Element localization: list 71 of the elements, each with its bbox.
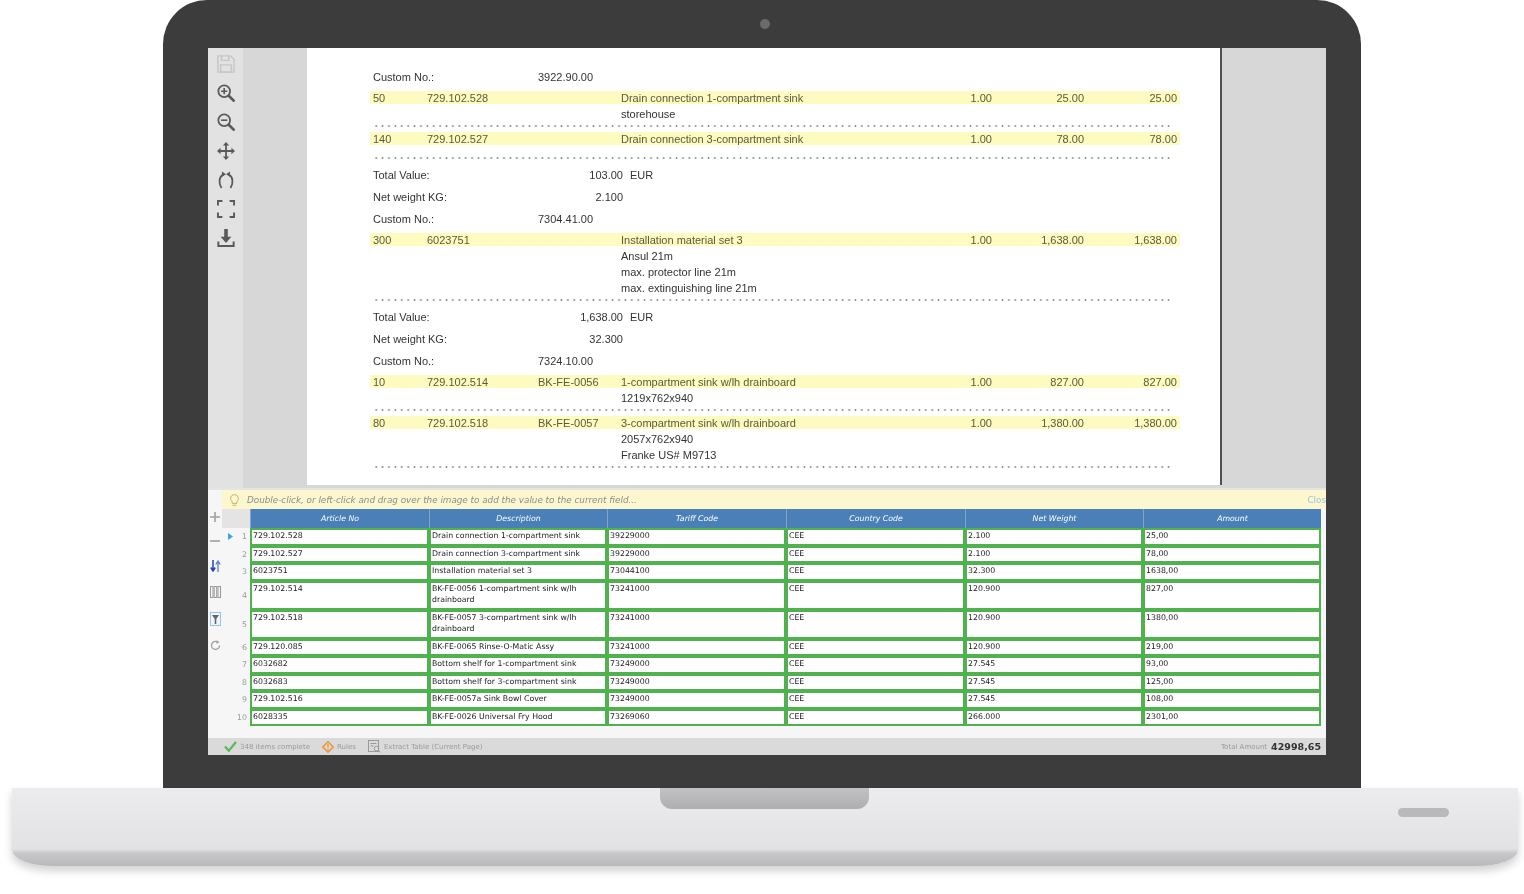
total-value: 1,638.00 — [579, 311, 623, 323]
quantity: 1.00 — [969, 233, 992, 246]
webcam-icon — [760, 19, 770, 29]
quantity: 1.00 — [969, 416, 992, 429]
sort-arrows-icon[interactable] — [209, 560, 221, 572]
item-description: 3-compartment sink w/lh drainboard — [621, 416, 797, 429]
position-number: 80 — [373, 416, 387, 429]
article-number: 729.102.527 — [427, 132, 490, 145]
indicator-light-icon — [1398, 808, 1449, 817]
item-note: 1219x762x940 — [621, 392, 694, 404]
line-total: 827.00 — [1142, 375, 1177, 388]
field-label: Custom No.: — [373, 355, 436, 367]
position-number: 140 — [373, 132, 393, 145]
currency-label: EUR — [630, 169, 654, 181]
field-label: Custom No.: — [373, 213, 436, 225]
currency-label: EUR — [630, 311, 654, 323]
unit-price: 1,638.00 — [1040, 233, 1084, 246]
item-note: Franke US# M9713 — [621, 449, 717, 461]
item-note: max. extinguishing line 21m — [621, 282, 757, 294]
quantity: 1.00 — [969, 91, 992, 104]
reference-code: BK-FE-0056 — [538, 375, 600, 388]
item-description: Drain connection 1-compartment sink — [621, 91, 805, 104]
line-total: 78.00 — [1148, 132, 1177, 145]
item-note: storehouse — [621, 108, 676, 120]
article-number: 729.102.514 — [427, 375, 490, 388]
total-label: Net weight KG: — [373, 333, 448, 345]
field-value: 7324.10.00 — [538, 355, 594, 367]
item-description: Drain connection 3-compartment sink — [621, 132, 805, 145]
field-label: Custom No.: — [373, 71, 436, 83]
header-corner — [222, 509, 250, 528]
position-number: 50 — [373, 91, 387, 104]
item-note: 2057x762x940 — [621, 433, 694, 445]
reference-code: BK-FE-0057 — [538, 416, 600, 429]
quantity: 1.00 — [969, 375, 992, 388]
item-note: max. protector line 21m — [621, 266, 736, 278]
total-value: 32.300 — [588, 333, 623, 345]
fit-corners-icon[interactable] — [216, 200, 235, 218]
position-number: 10 — [373, 375, 387, 388]
hint-text: Double-click, or left-click and drag over the image to add the value to the current field... — [247, 494, 637, 505]
line-total: 1,380.00 — [1133, 416, 1177, 429]
quantity: 1.00 — [969, 132, 992, 145]
total-amount-value: 42998,65 — [1271, 741, 1321, 752]
article-number: 729.102.518 — [427, 416, 490, 429]
unit-price: 827.00 — [1049, 375, 1084, 388]
zoom-out-icon[interactable] — [216, 113, 235, 131]
line-total: 25.00 — [1148, 91, 1177, 104]
total-label: Total Value: — [373, 311, 431, 323]
unit-price: 25.00 — [1055, 91, 1084, 104]
unit-price: 1,380.00 — [1040, 416, 1084, 429]
item-note: Ansul 21m — [621, 250, 673, 262]
line-total: 1,638.00 — [1133, 233, 1177, 246]
total-value: 2.100 — [594, 191, 623, 203]
article-number: 6023751 — [427, 233, 471, 246]
columns-icon[interactable] — [209, 586, 221, 598]
total-label: Net weight KG: — [373, 191, 448, 203]
check-icon — [224, 741, 237, 752]
field-value: 3922.90.00 — [538, 71, 594, 83]
item-description: Installation material set 3 — [621, 233, 744, 246]
filter-icon[interactable] — [209, 612, 221, 626]
unit-price: 78.00 — [1055, 132, 1084, 145]
article-number: 729.102.528 — [427, 91, 490, 104]
download-icon[interactable] — [216, 229, 235, 247]
item-description: 1-compartment sink w/lh drainboard — [621, 375, 797, 388]
position-number: 300 — [373, 233, 393, 246]
field-value: 7304.41.00 — [538, 213, 594, 225]
rotate-icon[interactable] — [216, 171, 235, 189]
zoom-in-icon[interactable] — [216, 84, 235, 102]
lightbulb-icon — [230, 493, 239, 506]
move-arrows-icon[interactable] — [216, 142, 235, 160]
total-value: 103.00 — [588, 169, 623, 181]
total-label: Total Value: — [373, 169, 431, 181]
